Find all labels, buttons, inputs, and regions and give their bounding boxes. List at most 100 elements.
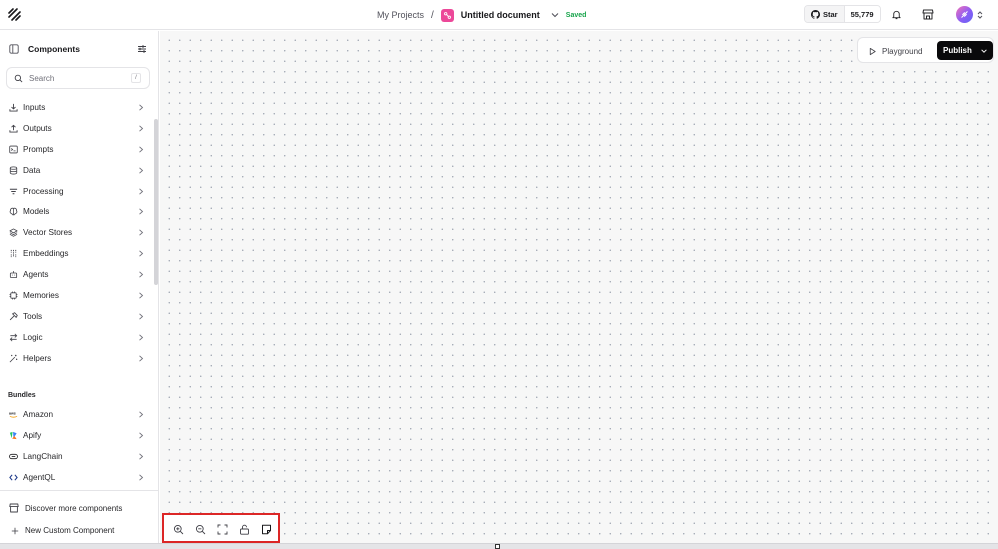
sidebar-item-outputs[interactable]: Outputs bbox=[0, 118, 152, 139]
chevron-down-icon[interactable] bbox=[550, 10, 560, 20]
zoom-in-icon[interactable] bbox=[173, 524, 184, 535]
apify-icon bbox=[9, 431, 17, 439]
category-label: Vector Stores bbox=[23, 228, 73, 238]
sidebar-scrollbar[interactable] bbox=[154, 119, 158, 285]
langflow-logo-icon[interactable] bbox=[8, 8, 22, 22]
sidebar-item-helpers[interactable]: Helpers bbox=[0, 348, 152, 369]
save-status: Saved bbox=[565, 11, 587, 19]
sliders-icon[interactable] bbox=[137, 44, 147, 54]
discover-components-button[interactable]: Discover more components bbox=[9, 503, 122, 513]
sidebar-item-memories[interactable]: Memories bbox=[0, 285, 152, 306]
chevron-right-icon bbox=[139, 432, 144, 439]
sidebar-item-data[interactable]: Data bbox=[0, 160, 152, 181]
chevron-right-icon bbox=[139, 453, 144, 460]
sidebar-item-models[interactable]: Models bbox=[0, 201, 152, 222]
wand-icon bbox=[9, 354, 18, 363]
play-icon bbox=[869, 47, 876, 55]
new-custom-label: New Custom Component bbox=[25, 526, 115, 535]
chevron-right-icon bbox=[139, 313, 144, 320]
github-star[interactable]: Star bbox=[805, 6, 845, 22]
category-label: Helpers bbox=[23, 353, 52, 363]
resize-handle[interactable] bbox=[495, 544, 500, 549]
sidebar-item-amazon[interactable]: aws Amazon bbox=[0, 404, 152, 425]
brain-icon bbox=[9, 208, 18, 216]
sidebar-footer: Discover more components New Custom Comp… bbox=[0, 490, 158, 545]
chevron-up-down-icon[interactable] bbox=[976, 10, 984, 20]
fit-view-icon[interactable] bbox=[217, 524, 228, 535]
zoom-out-icon[interactable] bbox=[195, 524, 206, 535]
avatar[interactable] bbox=[956, 6, 973, 23]
search-input[interactable]: Search / bbox=[6, 67, 150, 89]
lock-icon[interactable] bbox=[239, 524, 250, 535]
hammer-icon bbox=[9, 312, 18, 321]
category-label: Embeddings bbox=[23, 249, 69, 259]
chevron-right-icon bbox=[139, 188, 144, 195]
list-filter-icon bbox=[9, 188, 18, 194]
github-star-button[interactable]: Star 55,779 bbox=[804, 5, 881, 23]
upload-icon bbox=[9, 124, 18, 133]
github-star-label: Star bbox=[823, 9, 838, 19]
canvas-action-panel: Playground Publish bbox=[857, 37, 994, 63]
chevron-right-icon bbox=[139, 250, 144, 257]
chevron-right-icon bbox=[139, 292, 144, 299]
category-label: Memories bbox=[23, 290, 59, 300]
chevron-right-icon bbox=[139, 334, 144, 341]
sidebar-item-agents[interactable]: Agents bbox=[0, 264, 152, 285]
breadcrumb: My Projects / Untitled document Saved bbox=[377, 0, 586, 30]
sidebar-item-langchain[interactable]: LangChain bbox=[0, 446, 152, 467]
bundles-heading: Bundles bbox=[8, 392, 36, 399]
arrows-icon bbox=[9, 333, 18, 342]
sidebar-toggle-icon[interactable] bbox=[9, 44, 19, 54]
terminal-icon bbox=[9, 145, 18, 154]
amazon-icon: aws bbox=[9, 411, 18, 418]
github-icon bbox=[811, 9, 820, 19]
flow-canvas[interactable] bbox=[160, 31, 998, 543]
publish-label: Publish bbox=[943, 46, 972, 55]
bell-icon[interactable] bbox=[891, 9, 902, 20]
category-list: Inputs Outputs Prompts Data Processing M… bbox=[0, 97, 152, 369]
chevron-down-icon bbox=[981, 48, 987, 53]
category-label: Processing bbox=[23, 186, 64, 196]
chevron-right-icon bbox=[139, 167, 144, 174]
bundle-label: AgentQL bbox=[23, 472, 56, 482]
chevron-right-icon bbox=[139, 355, 144, 362]
canvas-controls bbox=[162, 513, 280, 543]
bot-icon bbox=[9, 271, 18, 279]
sidebar-item-embeddings[interactable]: Embeddings bbox=[0, 243, 152, 264]
category-label: Data bbox=[23, 165, 41, 175]
database-icon bbox=[9, 166, 18, 175]
document-name[interactable]: Untitled document bbox=[461, 10, 540, 20]
playground-button[interactable]: Playground bbox=[868, 43, 922, 59]
store-icon[interactable] bbox=[922, 9, 934, 20]
publish-button[interactable]: Publish bbox=[937, 41, 993, 60]
top-bar: My Projects / Untitled document Saved St… bbox=[0, 0, 998, 30]
sidebar-item-agentql[interactable]: AgentQL bbox=[0, 467, 152, 488]
note-icon[interactable] bbox=[261, 524, 272, 535]
playground-label: Playground bbox=[882, 46, 923, 56]
breadcrumb-separator: / bbox=[431, 9, 434, 21]
sidebar-item-processing[interactable]: Processing bbox=[0, 181, 152, 202]
category-label: Models bbox=[23, 207, 50, 217]
document-icon bbox=[440, 8, 454, 22]
chevron-right-icon bbox=[139, 474, 144, 481]
category-label: Outputs bbox=[23, 123, 52, 133]
sidebar-item-inputs[interactable]: Inputs bbox=[0, 97, 152, 118]
sidebar-item-vector-stores[interactable]: Vector Stores bbox=[0, 222, 152, 243]
chevron-right-icon bbox=[139, 104, 144, 111]
bundle-list: aws Amazon Apify LangChain AgentQL bbox=[0, 404, 152, 488]
search-placeholder: Search bbox=[29, 73, 55, 83]
svg-text:aws: aws bbox=[9, 411, 16, 415]
layers-icon bbox=[9, 228, 18, 237]
chevron-right-icon bbox=[139, 271, 144, 278]
new-custom-component-button[interactable]: New Custom Component bbox=[11, 526, 114, 535]
langchain-icon bbox=[9, 453, 18, 459]
my-projects-link[interactable]: My Projects bbox=[377, 10, 424, 20]
sidebar-item-tools[interactable]: Tools bbox=[0, 306, 152, 327]
search-icon bbox=[14, 74, 23, 82]
sidebar-title: Components bbox=[28, 44, 80, 54]
sidebar-item-prompts[interactable]: Prompts bbox=[0, 139, 152, 160]
discover-label: Discover more components bbox=[25, 503, 123, 513]
sidebar-item-logic[interactable]: Logic bbox=[0, 327, 152, 348]
search-shortcut-badge: / bbox=[131, 73, 141, 83]
sidebar-item-apify[interactable]: Apify bbox=[0, 425, 152, 446]
